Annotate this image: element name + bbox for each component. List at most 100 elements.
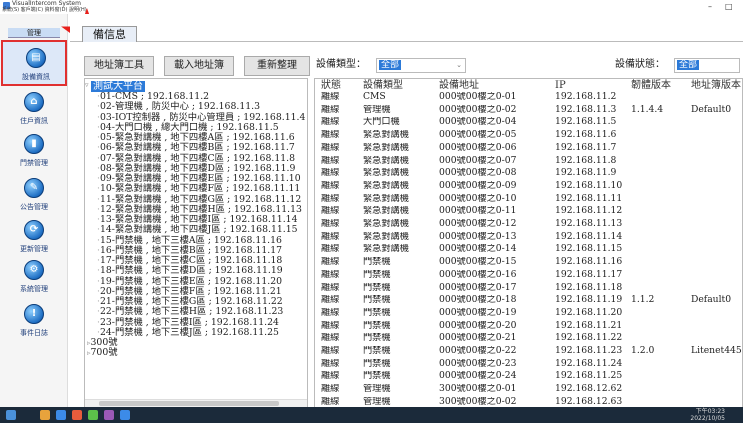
reorganize-button[interactable]: 重新整理 [244,56,310,76]
cell-type: 緊急對講機 [363,244,409,255]
column-header-addressbook-version[interactable]: 地址簿版本 [691,80,741,91]
device-table[interactable]: 狀態 設備類型 設備地址 IP 韌體版本 地址簿版本 離線 CMS 000號00樓之… [314,78,743,408]
tree-group-label: 700號 [90,347,118,359]
cell-status: 離線 [321,358,340,369]
table-row[interactable]: 離線 緊急對講機 000號00樓之0-06 192.168.11.7 [315,142,742,153]
app-icon-green[interactable] [88,410,98,420]
clock-date: 2022/10/05 [690,415,725,422]
device-status-select[interactable]: 全部 [674,58,740,73]
column-header-address[interactable]: 設備地址 [439,80,479,91]
device-tree[interactable]: ▿ 測試大平台 ·01-CMS ; 192.168.11.2·02-管理機 , … [84,78,308,408]
table-row[interactable]: 離線 門禁機 000號00樓之0-15 192.168.11.16 [315,257,742,267]
address-tool-button[interactable]: 地址簿工具 [84,56,154,76]
windows-start-icon[interactable] [6,410,16,420]
column-header-type[interactable]: 設備類型 [363,80,403,91]
table-row[interactable]: 離線 管理機 300號00樓之0-01 192.168.12.62 [315,384,742,395]
sidebar-item-device-info[interactable]: ▤ 設備資訊 [1,40,67,86]
column-header-ip[interactable]: IP [555,80,566,91]
cell-type: 緊急對講機 [363,180,409,191]
table-row[interactable]: 離線 管理機 000號00樓之0-02 192.168.11.3 1.1.4.4 Defa… [315,104,742,115]
sidebar-item-event-log[interactable]: ! 事件日誌 [1,298,67,344]
cell-status: 離線 [321,231,340,242]
scrollbar-thumb[interactable] [99,401,279,406]
table-row[interactable]: 離線 門禁機 000號00樓之0-17 192.168.11.18 [315,283,742,293]
column-header-firmware[interactable]: 韌體版本 [631,80,671,91]
cell-type: 緊急對講機 [363,193,409,204]
folder-icon[interactable] [40,410,50,420]
cell-status: 離線 [321,193,340,204]
cell-address: 000號00樓之0-22 [439,346,517,356]
sidebar-item-label: 設備資訊 [22,73,50,81]
table-row[interactable]: 離線 門禁機 000號00樓之0-22 192.168.11.23 1.2.0 Liten… [315,346,742,356]
table-row[interactable]: 離線 門禁機 000號00樓之0-18 192.168.11.19 1.1.2 Defau… [315,295,742,306]
cell-status: 離線 [321,384,340,395]
cell-ip: 192.168.11.6 [555,130,617,141]
cell-address: 000號00樓之0-11 [439,206,517,217]
table-row[interactable]: 離線 緊急對講機 000號00樓之0-13 192.168.11.14 [315,231,742,242]
sidebar-item-label: 公告管理 [20,203,48,211]
update-icon: ⟳ [24,220,44,240]
sidebar-item-resident-info[interactable]: ⌂ 住戶資訊 [1,86,67,132]
cell-firmware: 1.2.0 [631,346,655,356]
announcement-icon: ✎ [24,178,44,198]
cell-addressbook-version: Default0 [691,295,732,306]
sidebar-item-system[interactable]: ⚙ 系統管理 [1,254,67,300]
table-row[interactable]: 離線 門禁機 000號00樓之0-23 192.168.11.24 [315,358,742,369]
app-icon-red[interactable] [72,410,82,420]
cell-ip: 192.168.11.17 [555,269,623,280]
browser-icon[interactable] [56,410,66,420]
restore-button[interactable]: □ [725,2,733,12]
table-row[interactable]: 離線 門禁機 000號00樓之0-24 192.168.11.25 [315,371,742,381]
tree-horizontal-scrollbar[interactable] [85,399,307,407]
device-type-label: 設備類型： [316,59,366,70]
cell-address: 000號00樓之0-13 [439,231,517,242]
device-type-select[interactable]: 全部 ⌄ [376,58,466,73]
cell-type: 緊急對講機 [363,142,409,153]
cell-ip: 192.168.12.63 [555,396,623,407]
table-row[interactable]: 離線 門禁機 000號00樓之0-20 192.168.11.21 [315,320,742,331]
cell-ip: 192.168.11.19 [555,295,623,306]
table-row[interactable]: 離線 管理機 300號00樓之0-02 192.168.12.63 [315,396,742,407]
minimize-button[interactable]: – [708,2,712,12]
cell-address: 000號00樓之0-20 [439,320,517,331]
clock[interactable]: 下午03:23 2022/10/05 [690,408,725,422]
cell-status: 離線 [321,130,340,141]
table-row[interactable]: 離線 緊急對講機 000號00樓之0-07 192.168.11.8 [315,155,742,166]
app-icon-purple[interactable] [104,410,114,420]
table-row[interactable]: 離線 緊急對講機 000號00樓之0-14 192.168.11.15 [315,244,742,255]
sidebar-item-label: 系統管理 [20,285,48,293]
cell-address: 300號00樓之0-01 [439,384,517,395]
cell-status: 離線 [321,92,340,102]
tree-node[interactable]: ·24-門禁機 , 地下三樓J區 ; 192.168.11.25 [97,327,279,338]
cell-ip: 192.168.11.14 [555,231,623,242]
cell-type: 管理機 [363,384,391,395]
table-row[interactable]: 離線 緊急對講機 000號00樓之0-08 192.168.11.9 [315,168,742,178]
cell-type: 管理機 [363,396,391,407]
table-row[interactable]: 離線 CMS 000號00樓之0-01 192.168.11.2 [315,92,742,102]
table-row[interactable]: 離線 大門口機 000號00樓之0-04 192.168.11.5 [315,117,742,127]
table-row[interactable]: 離線 緊急對講機 000號00樓之0-10 192.168.11.11 [315,193,742,204]
cell-type: 緊急對講機 [363,219,409,229]
tab-device-info[interactable]: 備信息 [82,26,137,42]
cell-addressbook-version: Litenet445 [691,346,742,356]
collapse-icon[interactable]: ▿ [85,80,89,90]
cell-ip: 192.168.11.23 [555,346,623,356]
cell-status: 離線 [321,307,340,318]
table-row[interactable]: 離線 門禁機 000號00樓之0-19 192.168.11.20 [315,307,742,318]
visualintercom-icon[interactable] [120,410,130,420]
table-row[interactable]: 離線 門禁機 000號00樓之0-21 192.168.11.22 [315,333,742,343]
cell-firmware: 1.1.4.4 [631,104,664,115]
table-row[interactable]: 離線 緊急對講機 000號00樓之0-05 192.168.11.6 [315,130,742,141]
import-address-button[interactable]: 載入地址簿 [164,56,234,76]
table-row[interactable]: 離線 緊急對講機 000號00樓之0-11 192.168.11.12 [315,206,742,217]
table-row[interactable]: 離線 門禁機 000號00樓之0-16 192.168.11.17 [315,269,742,280]
sidebar-item-announcement[interactable]: ✎ 公告管理 [1,172,67,218]
cell-ip: 192.168.11.8 [555,155,617,166]
cell-type: 門禁機 [363,307,391,318]
column-header-status[interactable]: 狀態 [321,80,341,91]
table-row[interactable]: 離線 緊急對講機 000號00樓之0-09 192.168.11.10 [315,180,742,191]
table-row[interactable]: 離線 緊急對講機 000號00樓之0-12 192.168.11.13 [315,219,742,229]
cell-ip: 192.168.11.3 [555,104,617,115]
sidebar-item-access-control[interactable]: ▮ 門禁管理 [1,128,67,174]
tree-group-node[interactable]: ▹700號 [87,348,118,358]
